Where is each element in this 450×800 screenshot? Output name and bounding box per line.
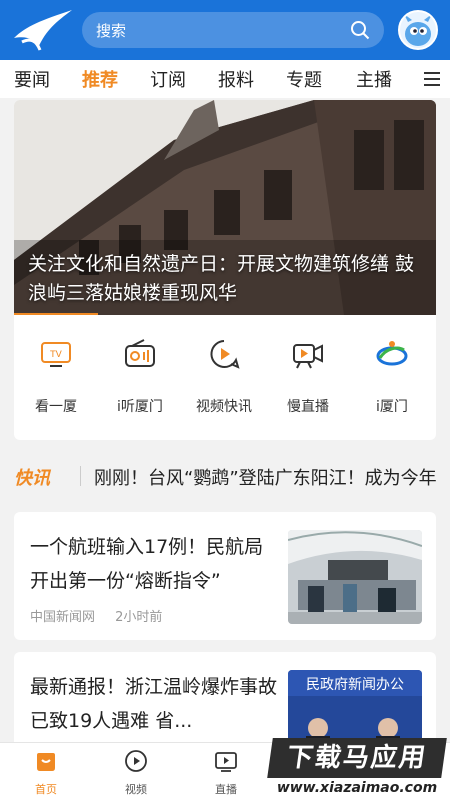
tab-zhubo[interactable]: 主播 <box>356 66 392 92</box>
news-time: 2小时前 <box>115 610 163 625</box>
live-tv-icon <box>215 752 237 772</box>
quick-link-manzhibo[interactable]: 慢直播 <box>266 336 350 416</box>
carousel-indicator <box>14 313 98 315</box>
quick-link-label: i厦门 <box>376 399 408 415</box>
news-title[interactable]: 最新通报！浙江温岭爆炸事故已致19人遇难 省... <box>30 670 280 738</box>
hero-image[interactable]: 关注文化和自然遗产日：开展文物建筑修缮 鼓浪屿三落姑娘楼重现风华 <box>14 100 436 315</box>
tab-baoliao[interactable]: 报料 <box>218 66 254 92</box>
tv-icon: TV <box>41 342 71 367</box>
app-logo-icon[interactable] <box>12 8 74 52</box>
channel-tabs: 要闻 推荐 订阅 报料 专题 主播 <box>0 60 450 98</box>
watermark-url: www.xiazaimao.com <box>276 780 438 796</box>
site-watermark: 下载马应用 www.xiazaimao.com <box>267 738 447 798</box>
tab-dingyue[interactable]: 订阅 <box>150 66 186 92</box>
flash-logo: 快讯 <box>14 468 50 489</box>
quick-link-shipinkuaixun[interactable]: 视频快讯 <box>182 336 266 416</box>
news-source: 中国新闻网 <box>30 610 96 625</box>
home-icon <box>37 753 55 771</box>
quick-link-label: 看一厦 <box>35 399 77 415</box>
hero-card: 关注文化和自然遗产日：开展文物建筑修缮 鼓浪屿三落姑娘楼重现风华 TV 看一厦 … <box>14 100 436 440</box>
app-header: 搜索 <box>0 0 450 60</box>
nav-label: 首页 <box>35 783 57 796</box>
tab-tuijian[interactable]: 推荐 <box>82 66 118 92</box>
news-title[interactable]: 一个航班输入17例！民航局开出第一份“熔断指令” <box>30 530 280 598</box>
flash-news-bar[interactable]: 快讯 刚刚！台风“鹦鹉”登陆广东阳江！成为今年 <box>0 452 450 500</box>
quick-link-label: 慢直播 <box>287 399 329 415</box>
ixiamen-logo-icon <box>376 341 408 366</box>
svg-text:TV: TV <box>49 350 62 360</box>
search-box[interactable]: 搜索 <box>82 12 384 48</box>
quick-link-itingxiamen[interactable]: i听厦门 <box>98 336 182 416</box>
airport-photo <box>288 530 422 624</box>
divider <box>80 466 81 486</box>
quick-link-kanyixia[interactable]: TV 看一厦 <box>14 336 98 416</box>
nav-label: 直播 <box>215 783 237 796</box>
avatar-icon <box>404 14 432 46</box>
nav-video[interactable]: 视频 <box>106 747 166 797</box>
hero-title: 关注文化和自然遗产日：开展文物建筑修缮 鼓浪屿三落姑娘楼重现风华 <box>28 253 415 304</box>
radio-icon <box>125 339 155 367</box>
quick-link-label: 视频快讯 <box>196 399 252 415</box>
quick-link-ixiamen[interactable]: i厦门 <box>350 336 434 416</box>
channel-menu-button[interactable] <box>410 60 450 98</box>
news-thumbnail[interactable] <box>288 530 422 624</box>
video-play-icon <box>125 750 147 772</box>
thumb-sign-text: 民政府新闻办公 <box>306 677 404 693</box>
tab-yaowen[interactable]: 要闻 <box>14 66 50 92</box>
watermark-main-text: 下载马应用 <box>267 738 447 778</box>
quick-link-label: i听厦门 <box>117 399 163 415</box>
search-placeholder: 搜索 <box>96 22 127 40</box>
nav-live[interactable]: 直播 <box>196 747 256 797</box>
flash-headline[interactable]: 刚刚！台风“鹦鹉”登陆广东阳江！成为今年 <box>94 464 437 490</box>
nav-label: 视频 <box>125 783 147 796</box>
search-icon[interactable] <box>350 20 370 40</box>
nav-home[interactable]: 首页 <box>16 747 76 797</box>
news-item[interactable]: 一个航班输入17例！民航局开出第一份“熔断指令” 中国新闻网 2小时前 <box>14 512 436 640</box>
play-bubble-icon <box>210 340 240 369</box>
news-item[interactable]: 最新通报！浙江温岭爆炸事故已致19人遇难 省... 民政府新闻办公 <box>14 652 436 752</box>
avatar[interactable] <box>398 10 438 50</box>
news-meta: 中国新闻网 2小时前 <box>30 606 162 625</box>
camera-icon <box>293 344 323 369</box>
tab-zhuanti[interactable]: 专题 <box>286 66 322 92</box>
